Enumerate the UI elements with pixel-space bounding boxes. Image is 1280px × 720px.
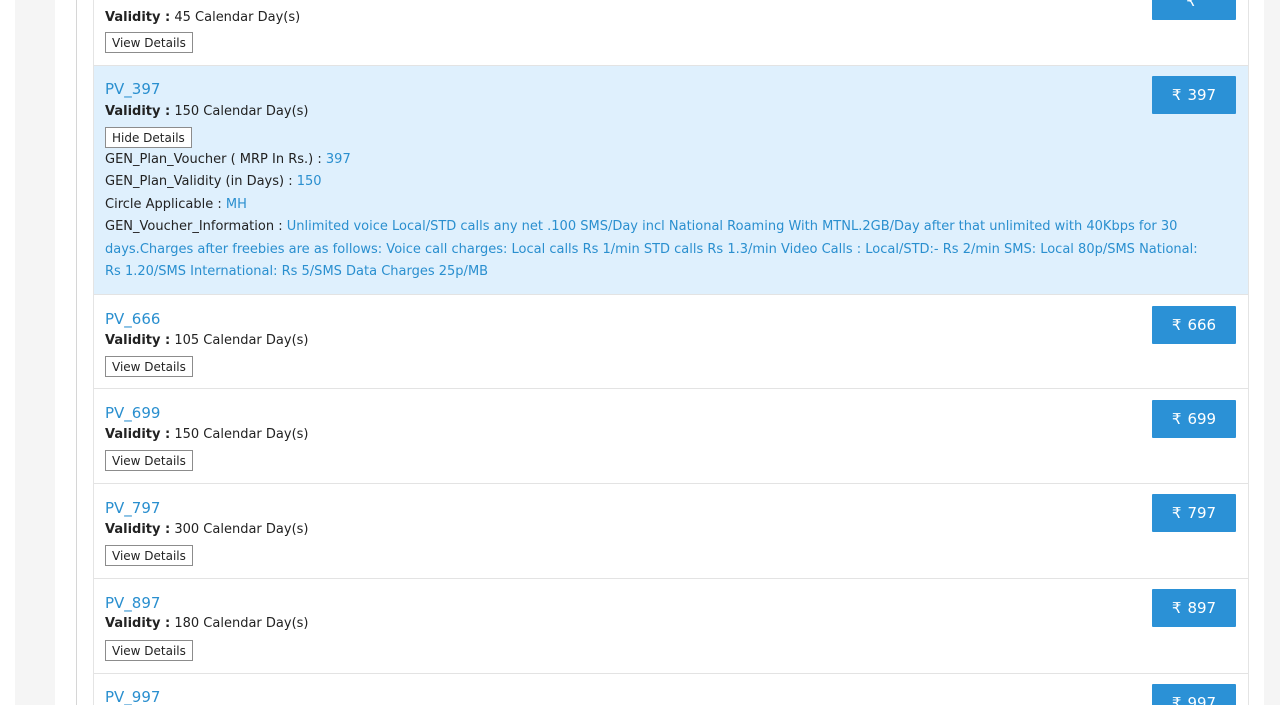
detail-plan-validity: GEN_Plan_Validity (in Days) : 150	[105, 174, 322, 189]
hide-details-button[interactable]: Hide Details	[105, 127, 192, 148]
left-gutter	[15, 0, 55, 705]
plan-item: ₹ Validity : 45 Calendar Day(s) View Det…	[94, 0, 1248, 66]
price-button[interactable]: ₹897	[1152, 589, 1236, 627]
plan-item: PV_397 ₹397 Validity : 150 Calendar Day(…	[94, 66, 1248, 295]
price-button[interactable]: ₹997	[1152, 684, 1236, 705]
plan-item: PV_997 ₹997	[94, 674, 1248, 705]
plan-item: PV_666 ₹666 Validity : 105 Calendar Day(…	[94, 295, 1248, 389]
rupee-icon: ₹	[1171, 504, 1182, 522]
validity-label: Validity :	[105, 427, 171, 442]
plan-item: PV_797 ₹797 Validity : 300 Calendar Day(…	[94, 484, 1248, 579]
rupee-icon: ₹	[1171, 316, 1182, 334]
plan-item: PV_699 ₹699 Validity : 150 Calendar Day(…	[94, 389, 1248, 484]
validity-text: Validity : 150 Calendar Day(s)	[105, 426, 308, 444]
rupee-icon: ₹	[1171, 694, 1182, 705]
view-details-button[interactable]: View Details	[105, 640, 193, 661]
right-gutter	[1264, 0, 1280, 705]
rupee-icon: ₹	[1171, 410, 1182, 428]
rupee-icon: ₹	[1171, 86, 1182, 104]
validity-text: Validity : 150 Calendar Day(s)	[105, 103, 308, 121]
validity-value: 180 Calendar Day(s)	[174, 616, 309, 631]
left-divider	[76, 0, 77, 705]
detail-circle: Circle Applicable : MH	[105, 197, 247, 212]
validity-label: Validity :	[105, 333, 171, 348]
rupee-icon: ₹	[1186, 0, 1196, 10]
validity-text: Validity : 180 Calendar Day(s)	[105, 615, 308, 633]
view-details-button[interactable]: View Details	[105, 545, 193, 566]
validity-text: Validity : 105 Calendar Day(s)	[105, 332, 308, 350]
price-button[interactable]: ₹797	[1152, 494, 1236, 532]
price-button[interactable]: ₹	[1152, 0, 1236, 20]
plan-item: PV_897 ₹897 Validity : 180 Calendar Day(…	[94, 579, 1248, 674]
plan-name-link[interactable]: PV_699	[105, 403, 160, 423]
view-details-button[interactable]: View Details	[105, 32, 193, 53]
validity-value: 150 Calendar Day(s)	[174, 427, 309, 442]
validity-text: Validity : 45 Calendar Day(s)	[105, 9, 300, 27]
bottom-edge	[0, 705, 1280, 720]
validity-value: 105 Calendar Day(s)	[174, 333, 309, 348]
validity-value: 45 Calendar Day(s)	[174, 10, 301, 25]
validity-label: Validity :	[105, 104, 171, 119]
plan-name-link[interactable]: PV_897	[105, 593, 160, 613]
price-button[interactable]: ₹699	[1152, 400, 1236, 438]
validity-text: Validity : 300 Calendar Day(s)	[105, 521, 308, 539]
plan-name-link[interactable]: PV_666	[105, 309, 160, 329]
rupee-icon: ₹	[1171, 599, 1182, 617]
plan-name-link[interactable]: PV_797	[105, 498, 160, 518]
view-details-button[interactable]: View Details	[105, 450, 193, 471]
plan-name-link[interactable]: PV_397	[105, 79, 160, 99]
view-details-button[interactable]: View Details	[105, 356, 193, 377]
price-button[interactable]: ₹397	[1152, 76, 1236, 114]
validity-label: Validity :	[105, 522, 171, 537]
validity-value: 150 Calendar Day(s)	[174, 104, 309, 119]
plan-list: ₹ Validity : 45 Calendar Day(s) View Det…	[93, 0, 1249, 705]
detail-voucher-information: GEN_Voucher_Information : Unlimited voic…	[105, 219, 1198, 279]
validity-label: Validity :	[105, 616, 171, 631]
detail-voucher-mrp: GEN_Plan_Voucher ( MRP In Rs.) : 397	[105, 152, 351, 167]
plan-name-link[interactable]: PV_997	[105, 687, 160, 705]
validity-label: Validity :	[105, 10, 171, 25]
price-button[interactable]: ₹666	[1152, 306, 1236, 344]
validity-value: 300 Calendar Day(s)	[174, 522, 309, 537]
